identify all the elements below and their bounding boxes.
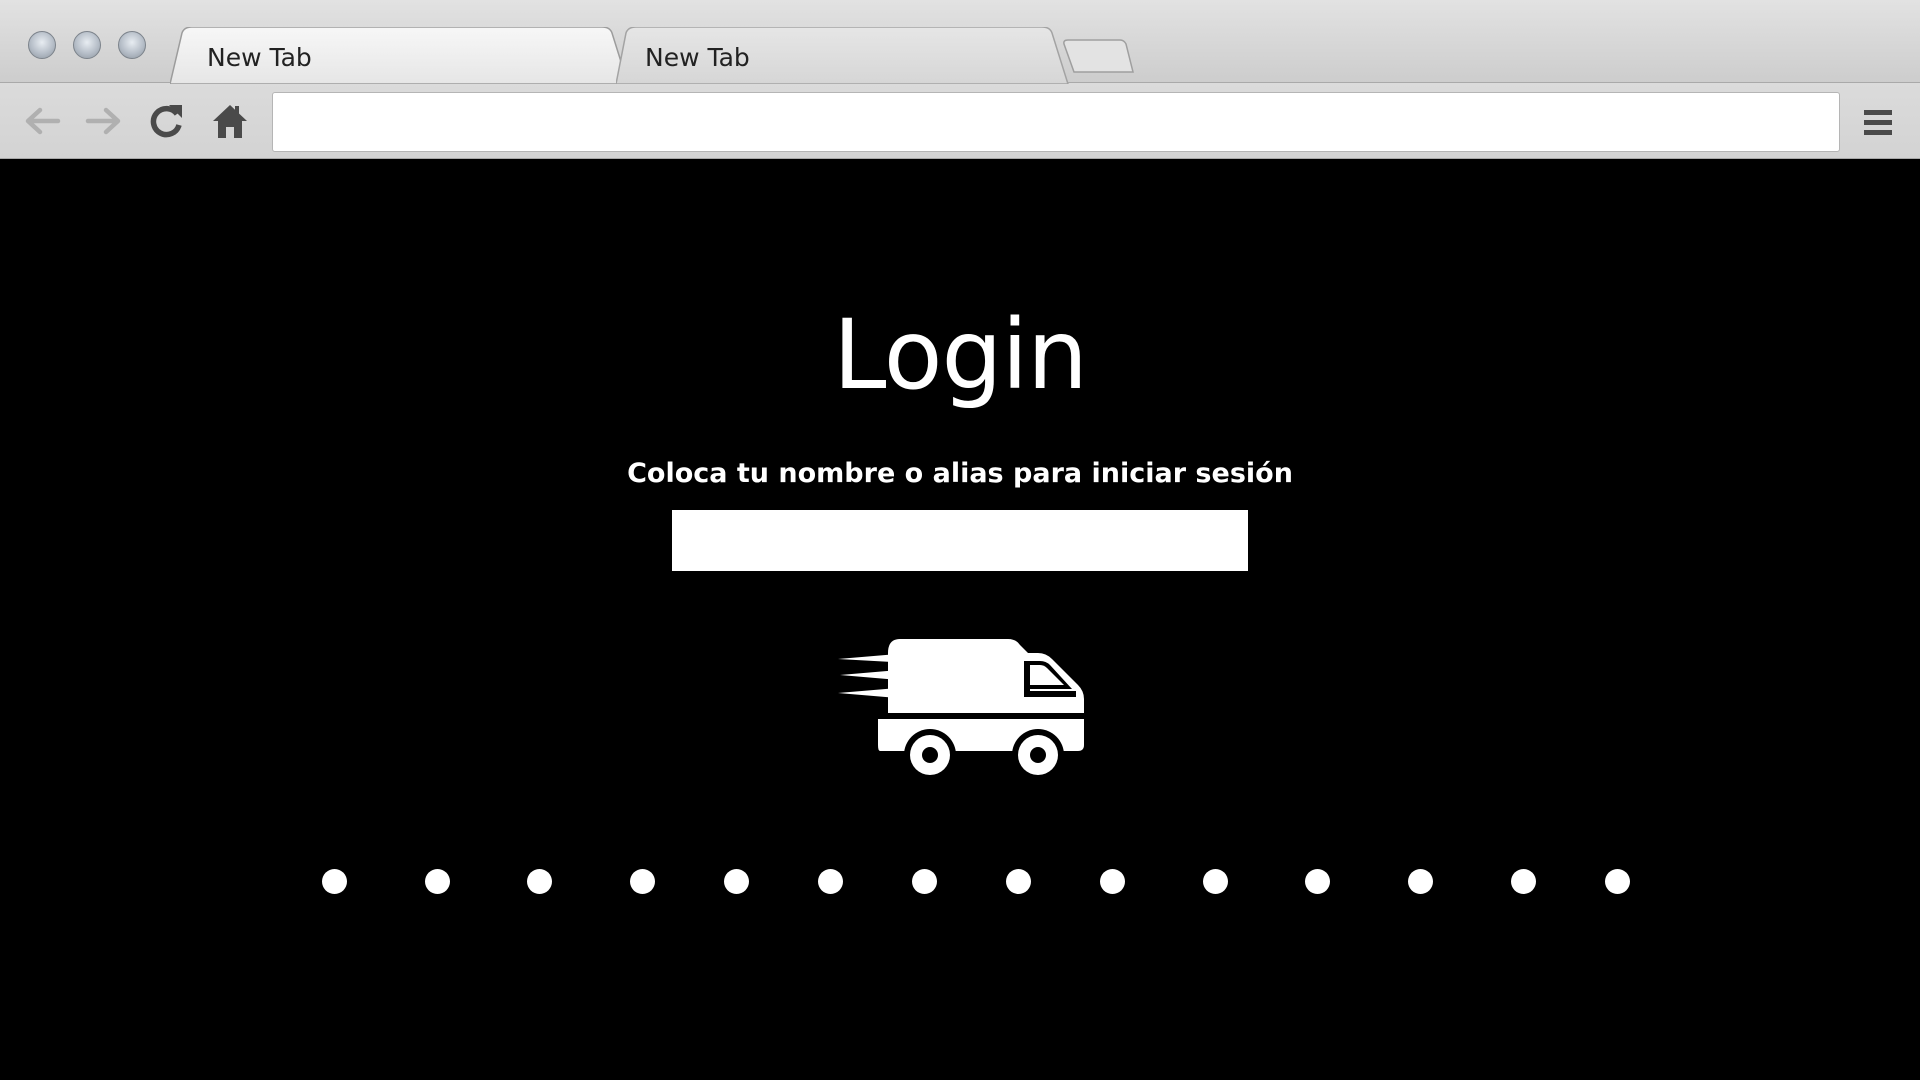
hamburger-menu-icon[interactable] [1860, 105, 1896, 139]
browser-toolbar [0, 83, 1920, 159]
loading-dot [527, 869, 552, 894]
loading-dot [322, 869, 347, 894]
arrow-right-icon[interactable] [84, 101, 124, 141]
page-title: Login [833, 299, 1088, 411]
loading-dot [1511, 869, 1536, 894]
loading-dot [1605, 869, 1630, 894]
arrow-left-icon[interactable] [22, 101, 62, 141]
page-content: Login Coloca tu nombre o alias para inic… [0, 159, 1920, 1080]
tab-strip: New Tab New Tab [0, 0, 1920, 84]
minimize-window-button[interactable] [73, 31, 101, 59]
loading-dot [630, 869, 655, 894]
tab-label: New Tab [645, 43, 750, 72]
loading-dot [724, 869, 749, 894]
browser-chrome: New Tab New Tab [0, 0, 1920, 159]
loading-dot [818, 869, 843, 894]
loading-dot [1305, 869, 1330, 894]
address-bar[interactable] [272, 92, 1840, 152]
loading-dot [1100, 869, 1125, 894]
tab-label: New Tab [207, 43, 312, 72]
loading-dot [1203, 869, 1228, 894]
new-tab-button[interactable] [1060, 38, 1136, 74]
zoom-window-button[interactable] [118, 31, 146, 59]
loading-dot [912, 869, 937, 894]
browser-window: New Tab New Tab Login Coloca tu nombre o… [0, 0, 1920, 1080]
tab-new-tab-active[interactable]: New Tab [170, 27, 630, 84]
reload-icon[interactable] [146, 101, 186, 141]
loading-dot [1408, 869, 1433, 894]
home-icon[interactable] [210, 101, 250, 141]
name-input[interactable] [672, 510, 1248, 571]
login-instructions: Coloca tu nombre o alias para iniciar se… [627, 458, 1293, 489]
tab-new-tab[interactable]: New Tab [616, 27, 1072, 84]
loading-dot [1006, 869, 1031, 894]
delivery-truck-icon [838, 639, 1086, 781]
loading-dots [0, 869, 1920, 899]
close-window-button[interactable] [28, 31, 56, 59]
loading-dot [425, 869, 450, 894]
